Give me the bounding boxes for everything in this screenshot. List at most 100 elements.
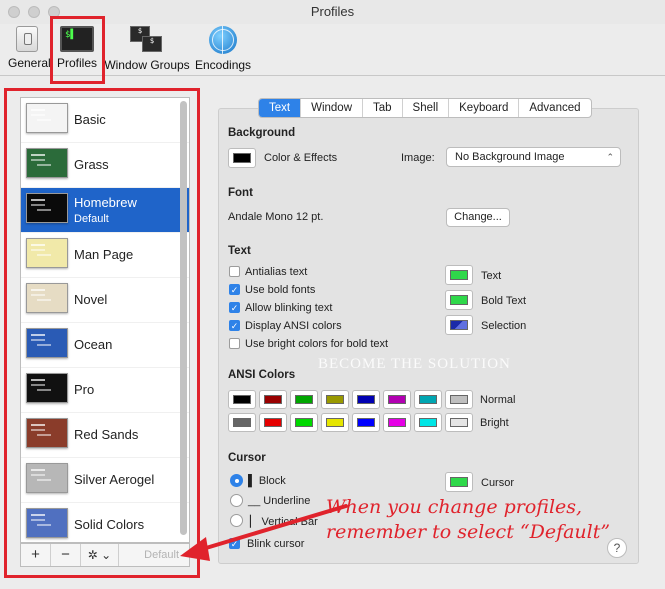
profile-name: Homebrew	[74, 195, 137, 210]
text-color-well[interactable]	[445, 265, 473, 285]
ansi-normal-swatch[interactable]	[259, 390, 287, 409]
blink-cursor-checkbox[interactable]: ✓	[229, 538, 240, 549]
profile-name: Red Sands	[74, 427, 139, 442]
background-color-well[interactable]	[228, 148, 256, 168]
profile-thumbnail	[26, 373, 68, 403]
profile-name: Grass	[74, 157, 109, 172]
profile-item[interactable]: Novel	[21, 278, 189, 323]
tab-window[interactable]: Window	[301, 99, 363, 117]
zoom-window-button[interactable]	[48, 6, 60, 18]
toolbar-window-groups[interactable]: $ $ Window Groups	[103, 26, 191, 72]
profile-name: Pro	[74, 382, 95, 397]
bold-fonts-label: Use bold fonts	[245, 284, 316, 296]
toolbar: General $▌ Profiles $ $ Window Groups Enc…	[0, 24, 665, 76]
set-default-button[interactable]: Default	[119, 544, 189, 566]
blinking-text-checkbox[interactable]: ✓	[229, 302, 240, 313]
bold-fonts-checkbox[interactable]: ✓	[229, 284, 240, 295]
toolbar-encodings[interactable]: Encodings	[195, 26, 251, 72]
profile-thumbnail	[26, 418, 68, 448]
profile-name: Basic	[74, 112, 106, 127]
tab-shell[interactable]: Shell	[403, 99, 450, 117]
profile-list-footer: + − ✲ ⌄ Default	[20, 543, 190, 567]
ansi-bright-swatch[interactable]	[445, 413, 473, 432]
tab-keyboard[interactable]: Keyboard	[449, 99, 520, 117]
profile-thumbnail	[26, 283, 68, 313]
cursor-underline-label: __ Underline	[248, 495, 311, 507]
ansi-normal-swatch[interactable]	[383, 390, 411, 409]
ansi-normal-swatch[interactable]	[228, 390, 256, 409]
cursor-block-label: ▌ Block	[248, 475, 286, 487]
profile-item[interactable]: Red Sands	[21, 413, 189, 458]
cursor-heading: Cursor	[228, 452, 266, 464]
selection-color-label: Selection	[481, 320, 527, 332]
profile-item-selected[interactable]: Homebrew Default	[21, 188, 189, 233]
text-heading: Text	[228, 245, 251, 257]
profile-item[interactable]: Silver Aerogel	[21, 458, 189, 503]
toolbar-profiles[interactable]: $▌ Profiles	[55, 26, 99, 70]
annotation-line-2: remember to select “Default”	[326, 521, 611, 543]
tab-tab[interactable]: Tab	[363, 99, 403, 117]
window-groups-icon: $ $	[130, 26, 164, 54]
ansi-normal-label: Normal	[480, 394, 516, 406]
blinking-text-label: Allow blinking text	[245, 302, 333, 314]
ansi-normal-swatch[interactable]	[352, 390, 380, 409]
cursor-color-well[interactable]	[445, 472, 473, 492]
ansi-colors-checkbox[interactable]: ✓	[229, 320, 240, 331]
cursor-underline-radio[interactable]	[230, 494, 243, 507]
toolbar-window-groups-label: Window Groups	[104, 58, 190, 72]
ansi-bright-swatch[interactable]	[259, 413, 287, 432]
add-profile-button[interactable]: +	[21, 544, 51, 566]
profile-thumbnail	[26, 508, 68, 538]
font-value: Andale Mono 12 pt.	[228, 211, 324, 223]
profile-item[interactable]: Grass	[21, 143, 189, 188]
ansi-normal-swatch[interactable]	[445, 390, 473, 409]
profile-item[interactable]: Pro	[21, 368, 189, 413]
ansi-bright-swatch[interactable]	[414, 413, 442, 432]
close-window-button[interactable]	[8, 6, 20, 18]
annotation-line-1: When you change profiles,	[326, 496, 583, 518]
change-font-button[interactable]: Change...	[446, 208, 510, 227]
bold-text-color-well[interactable]	[445, 290, 473, 310]
profile-item[interactable]: Solid Colors	[21, 503, 189, 542]
ansi-bright-swatch[interactable]	[383, 413, 411, 432]
gear-menu-button[interactable]: ✲ ⌄	[81, 544, 119, 566]
title-bar: Profiles	[0, 0, 665, 24]
profile-thumbnail	[26, 193, 68, 223]
profile-thumbnail	[26, 328, 68, 358]
ansi-bright-swatch[interactable]	[352, 413, 380, 432]
toolbar-profiles-label: Profiles	[56, 56, 97, 70]
blink-cursor-label: Blink cursor	[247, 538, 305, 550]
profile-item[interactable]: Ocean	[21, 323, 189, 368]
ansi-bright-swatch[interactable]	[321, 413, 349, 432]
profile-thumbnail	[26, 238, 68, 268]
watermark: BECOME THE SOLUTION	[318, 356, 511, 372]
background-image-select[interactable]: No Background Image ⌃	[446, 147, 621, 167]
ansi-normal-swatch[interactable]	[321, 390, 349, 409]
minimize-window-button[interactable]	[28, 6, 40, 18]
selection-color-well[interactable]	[445, 315, 473, 335]
profile-list-scrollbar[interactable]	[180, 101, 187, 535]
tab-text[interactable]: Text	[259, 99, 302, 117]
globe-icon	[209, 26, 237, 54]
remove-profile-button[interactable]: −	[51, 544, 81, 566]
profile-thumbnail	[26, 103, 68, 133]
tab-advanced[interactable]: Advanced	[519, 99, 590, 117]
profile-list[interactable]: Basic Grass Homebrew Default Man Page No…	[20, 97, 190, 543]
bright-bold-label: Use bright colors for bold text	[245, 338, 389, 350]
profile-name: Novel	[74, 292, 108, 307]
ansi-bright-swatch[interactable]	[290, 413, 318, 432]
bright-bold-checkbox[interactable]	[229, 338, 240, 349]
text-color-label: Text	[481, 270, 502, 282]
profile-item[interactable]: Man Page	[21, 233, 189, 278]
profile-name: Solid Colors	[74, 517, 145, 532]
cursor-block-radio[interactable]	[230, 474, 243, 487]
ansi-bright-swatch[interactable]	[228, 413, 256, 432]
general-switch-icon	[16, 26, 38, 52]
settings-tabs: Text Window Tab Shell Keyboard Advanced	[258, 98, 592, 118]
cursor-vertical-radio[interactable]	[230, 514, 243, 527]
profile-item[interactable]: Basic	[21, 98, 189, 143]
ansi-normal-swatch[interactable]	[290, 390, 318, 409]
toolbar-general[interactable]: General	[8, 26, 51, 70]
ansi-normal-swatch[interactable]	[414, 390, 442, 409]
antialias-checkbox[interactable]	[229, 266, 240, 277]
